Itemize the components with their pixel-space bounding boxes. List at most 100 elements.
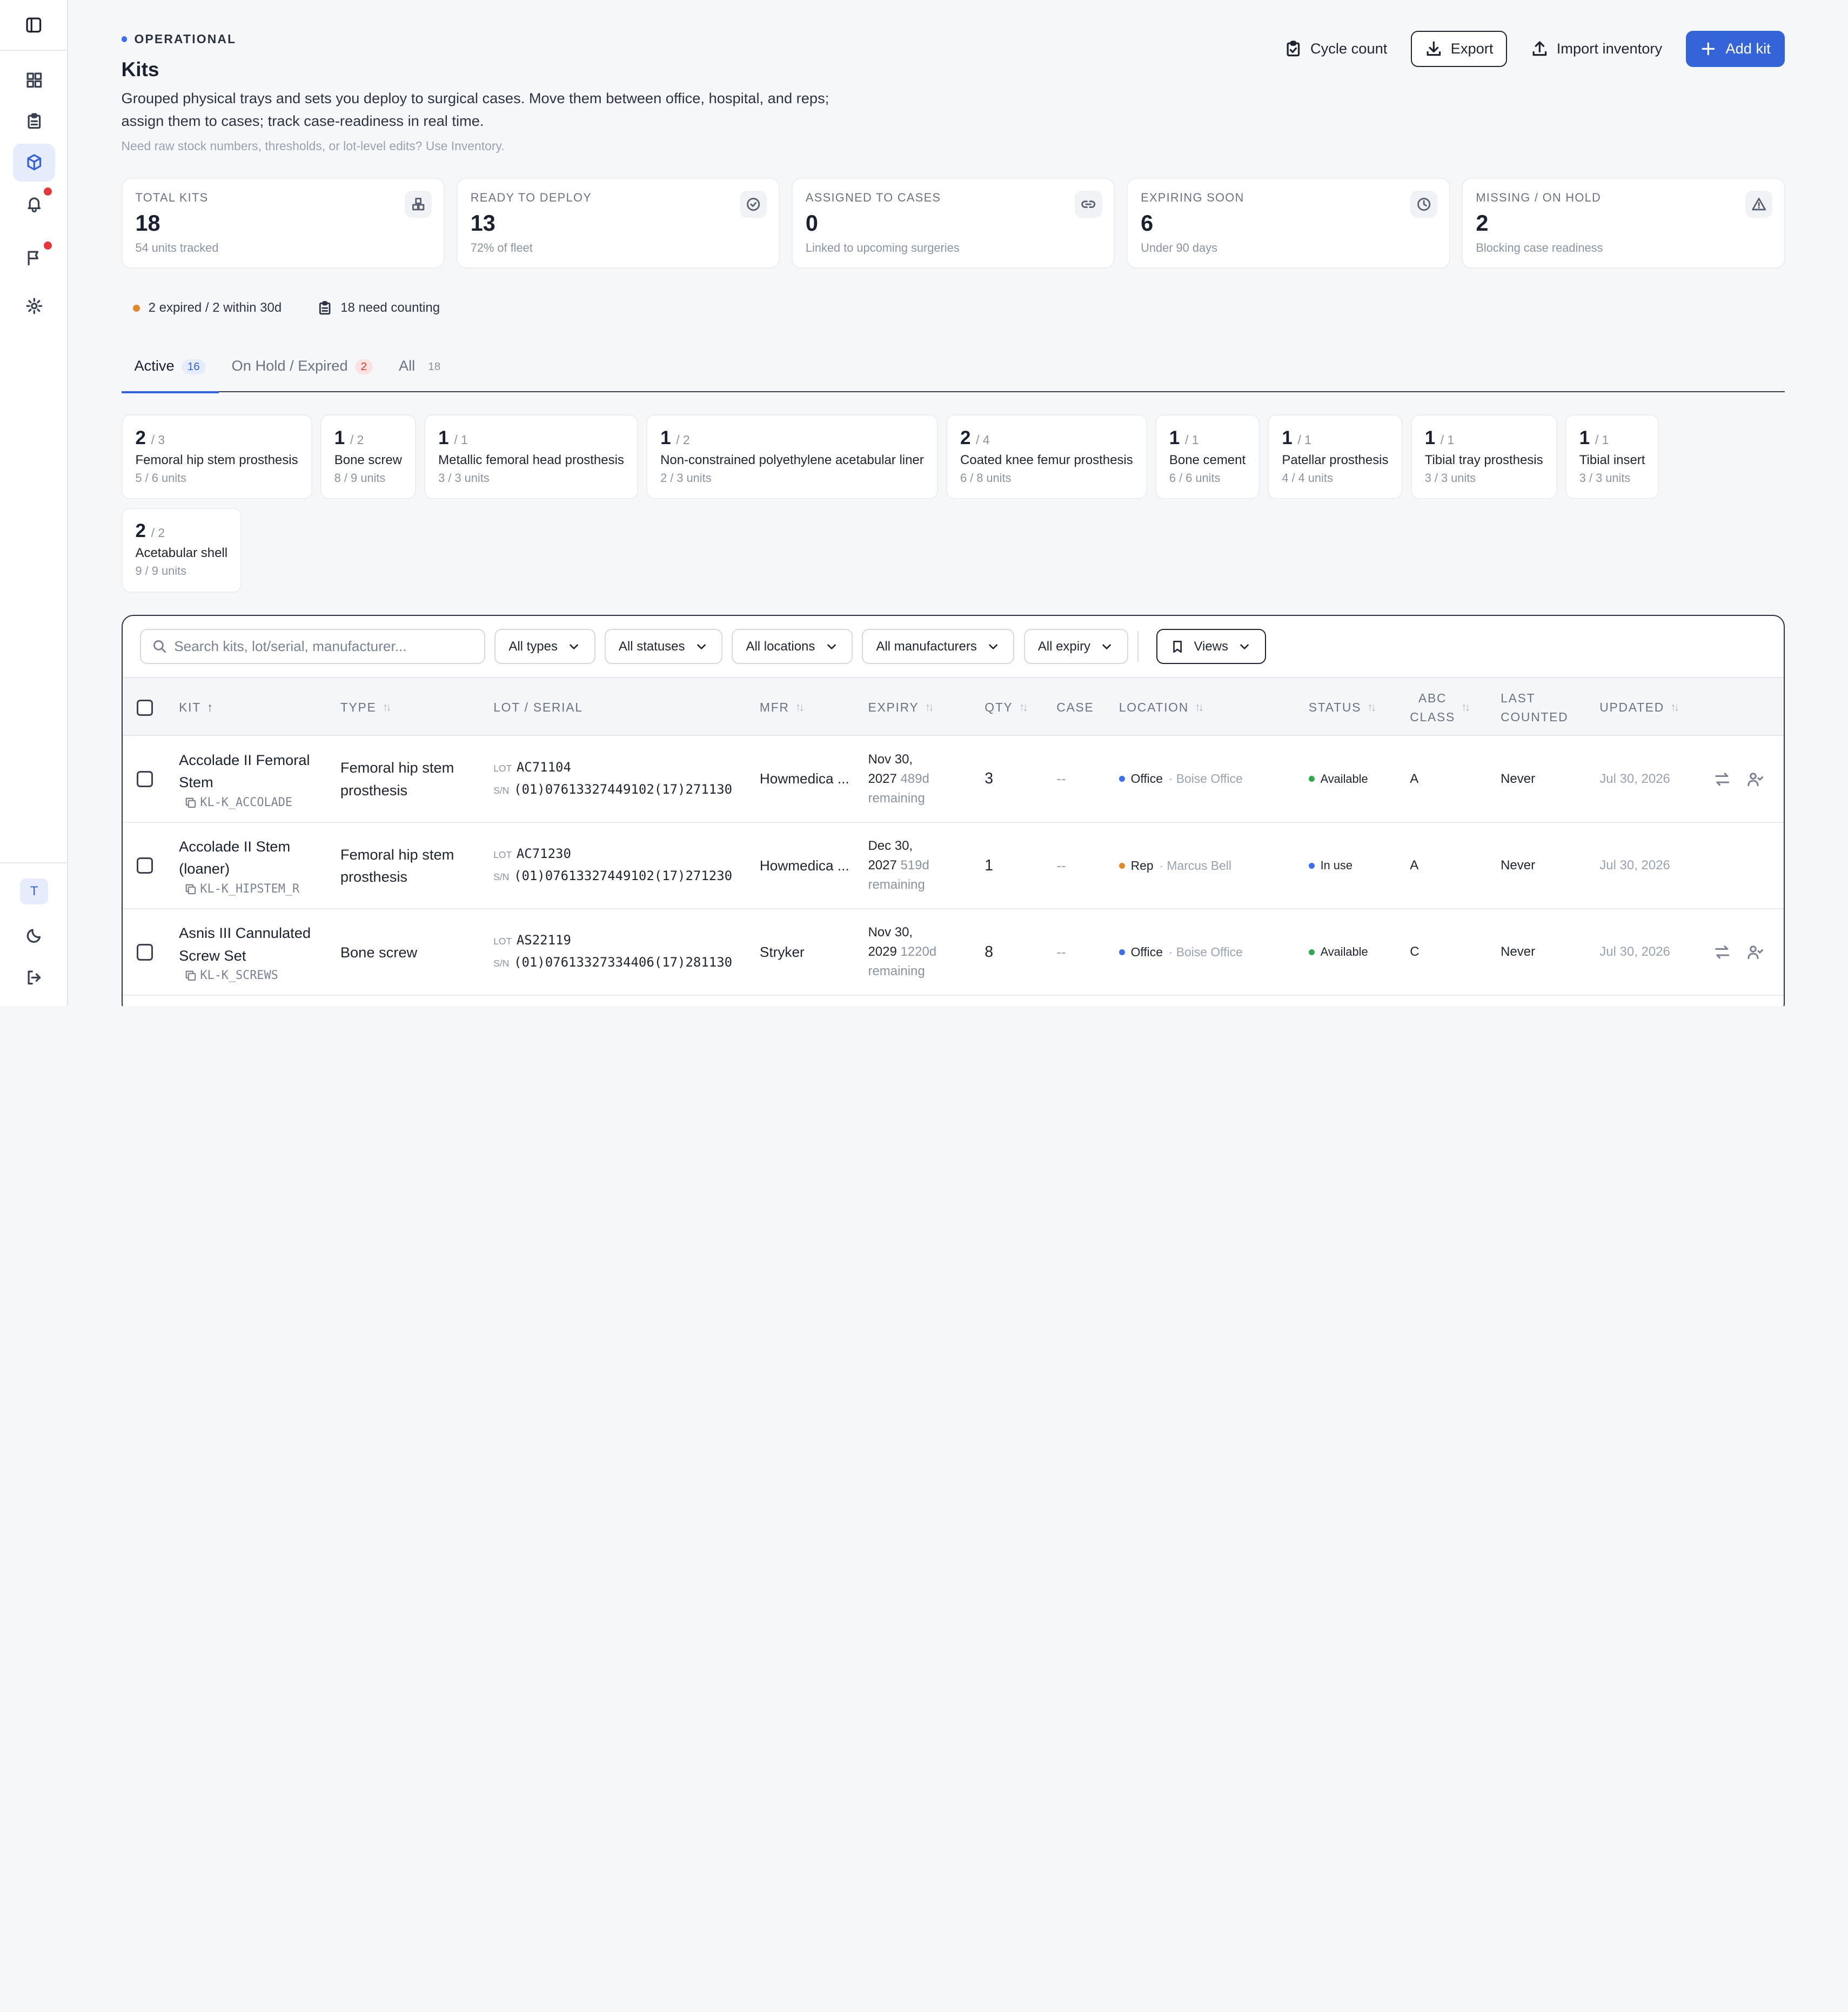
avatar[interactable]: T: [20, 878, 49, 905]
upload-icon: [1532, 41, 1546, 56]
col-abc-class[interactable]: ABC CLASS ↑↓: [1410, 678, 1470, 737]
location-filter-label: All locations: [746, 639, 815, 654]
cubes-icon: [405, 190, 432, 218]
type-units: 6 / 6 units: [1169, 471, 1221, 485]
type-card[interactable]: 1 / 1 Tibial insert 3 / 3 units: [1565, 414, 1659, 500]
tab-on-hold-expired[interactable]: On Hold / Expired 2: [219, 357, 386, 392]
kit-name: Accolade II Stem (loaner): [179, 837, 291, 877]
kit-code[interactable]: KL-K_SCREWS: [179, 969, 311, 982]
assign-user-icon[interactable]: [1747, 944, 1764, 961]
stat-ready-to-deploy[interactable]: READY TO DEPLOY 13 72% of fleet: [456, 178, 780, 269]
col-type[interactable]: TYPE ↑↓: [340, 678, 392, 737]
type-cell: Femoral hip stem prosthesis: [340, 846, 454, 886]
stat-label: ASSIGNED TO CASES: [805, 190, 941, 204]
assign-user-icon[interactable]: [1747, 771, 1764, 788]
tab-active[interactable]: Active 16: [121, 357, 219, 394]
cycle-count-button[interactable]: Cycle count: [1270, 31, 1401, 68]
updated-cell: Jul 30, 2026: [1599, 858, 1670, 873]
type-cell: Bone screw: [340, 943, 418, 961]
type-count: 2 / 4: [960, 427, 990, 449]
type-card[interactable]: 2 / 2 Acetabular shell 9 / 9 units: [121, 507, 242, 593]
sort-icon: ↑↓: [1194, 700, 1204, 714]
kit-cell[interactable]: Asnis III Cannulated Screw Set KL-K_SCREWS: [179, 909, 311, 995]
add-kit-button[interactable]: Add kit: [1685, 30, 1785, 68]
col-kit[interactable]: KIT ↑: [179, 678, 214, 737]
type-card[interactable]: 1 / 2 Bone screw 8 / 9 units: [320, 414, 416, 500]
location-cell: Office · Boise Office: [1119, 909, 1243, 995]
search-input[interactable]: Search kits, lot/serial, manufacturer...: [140, 628, 485, 665]
type-name: Tibial tray prosthesis: [1424, 452, 1543, 467]
type-card[interactable]: 1 / 1 Tibial tray prosthesis 3 / 3 units: [1410, 414, 1557, 500]
manufacturer-filter[interactable]: All manufacturers: [862, 628, 1015, 665]
stat-sub: Blocking case readiness: [1476, 240, 1603, 254]
sort-icon: ↑↓: [795, 700, 805, 714]
sidebar-item-cases[interactable]: [13, 103, 55, 140]
checkbox[interactable]: [136, 699, 153, 716]
checkbox[interactable]: [136, 770, 153, 788]
sidebar-item-flags[interactable]: [13, 239, 55, 277]
expired-alert[interactable]: 2 expired / 2 within 30d: [133, 300, 282, 316]
expiry-filter[interactable]: All expiry: [1023, 628, 1128, 665]
col-updated[interactable]: UPDATED ↑↓: [1599, 678, 1679, 737]
location-dot: [1119, 862, 1125, 869]
qty-cell: 8: [985, 943, 994, 961]
copy-icon: [185, 884, 196, 894]
col-expiry[interactable]: EXPIRY ↑↓: [868, 678, 934, 737]
inventory-hint[interactable]: Need raw stock numbers, thresholds, or l…: [122, 139, 505, 153]
col-mfr[interactable]: MFR ↑↓: [760, 678, 805, 737]
export-button[interactable]: Export: [1410, 30, 1508, 68]
chevron-down-icon: [570, 644, 579, 649]
stat-sub: Linked to upcoming surgeries: [805, 240, 960, 254]
table-row[interactable]: Accolade II Femoral Stem KL-K_ACCOLADE Fem…: [122, 736, 1784, 823]
type-card[interactable]: 1 / 1 Bone cement 6 / 6 units: [1155, 414, 1260, 500]
views-dropdown[interactable]: Views: [1156, 628, 1266, 665]
counted-cell: Never: [1501, 858, 1536, 873]
type-card[interactable]: 1 / 2 Non-constrained polyethylene acetab…: [646, 414, 938, 500]
col-location[interactable]: LOCATION ↑↓: [1119, 678, 1204, 737]
status-cell: In use: [1308, 823, 1352, 909]
kit-cell[interactable]: Accolade II Stem (loaner) KL-K_HIPSTEM_R: [179, 823, 299, 909]
counted-cell: Never: [1501, 944, 1536, 960]
logout-button[interactable]: [13, 959, 55, 997]
kit-code[interactable]: KL-K_HIPSTEM_R: [179, 882, 299, 896]
sidebar-item-kits[interactable]: [12, 143, 56, 182]
bell-icon: [28, 197, 41, 212]
location-filter[interactable]: All locations: [732, 628, 853, 665]
sidebar-toggle[interactable]: [0, 0, 68, 51]
kit-code[interactable]: KL-K_ACCOLADE: [179, 796, 310, 809]
table-row[interactable]: Asnis III Cannulated Screw Set KL-K_SCREWS…: [122, 909, 1784, 996]
checkbox[interactable]: [136, 857, 153, 874]
select-all-checkbox[interactable]: [136, 678, 153, 737]
type-filter[interactable]: All types: [494, 628, 595, 665]
sidebar-item-settings[interactable]: [13, 287, 55, 325]
col-qty[interactable]: QTY ↑↓: [985, 678, 1028, 737]
transfer-icon[interactable]: [1714, 944, 1731, 961]
type-card[interactable]: 2 / 3 Femoral hip stem prosthesis 5 / 6 un…: [121, 414, 312, 500]
counting-alert[interactable]: 18 need counting: [317, 300, 440, 316]
kit-cell[interactable]: Accolade II Femoral Stem KL-K_ACCOLADE: [179, 736, 310, 822]
type-card[interactable]: 1 / 1 Patellar prosthesis 4 / 4 units: [1268, 414, 1403, 500]
theme-toggle[interactable]: [13, 916, 55, 954]
stat-assigned-to-cases[interactable]: ASSIGNED TO CASES 0 Linked to upcoming s…: [791, 178, 1115, 269]
type-card[interactable]: 1 / 1 Metallic femoral head prosthesis 3 /…: [424, 414, 638, 500]
type-count: 2 / 2: [135, 520, 165, 542]
stat-total-kits[interactable]: TOTAL KITS 18 54 units tracked: [121, 178, 445, 269]
stat-missing-on-hold[interactable]: MISSING / ON HOLD 2 Blocking case readin…: [1462, 178, 1785, 269]
table-row[interactable]: Accolade II Stem (loaner) KL-K_HIPSTEM_R F…: [122, 823, 1784, 909]
tab-all[interactable]: All 18: [386, 357, 459, 392]
status-filter[interactable]: All statuses: [604, 628, 723, 665]
col-status[interactable]: STATUS ↑↓: [1309, 678, 1377, 737]
type-units: 4 / 4 units: [1282, 471, 1333, 485]
add-kit-label: Add kit: [1725, 40, 1771, 57]
sidebar-item-notifications[interactable]: [13, 185, 55, 223]
warning-dot: [133, 304, 140, 312]
serial-number: (01)07613327449102(17)271230: [514, 868, 733, 884]
transfer-icon[interactable]: [1714, 771, 1731, 788]
sort-icon: ↑↓: [1461, 700, 1470, 714]
type-card[interactable]: 2 / 4 Coated knee femur prosthesis 6 / 8 u…: [946, 414, 1147, 500]
import-inventory-button[interactable]: Import inventory: [1517, 31, 1676, 68]
checkbox[interactable]: [136, 944, 153, 961]
stat-expiring-soon[interactable]: EXPIRING SOON 6 Under 90 days: [1127, 178, 1450, 269]
sidebar-item-dashboard[interactable]: [13, 61, 55, 99]
updated-cell: Jul 30, 2026: [1599, 944, 1670, 960]
